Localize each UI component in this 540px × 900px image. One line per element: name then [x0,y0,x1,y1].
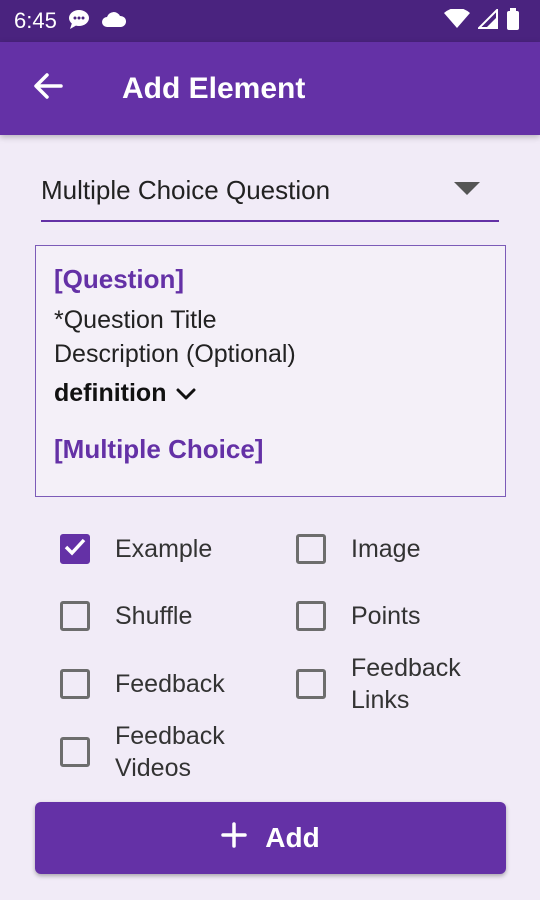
option-label: Points [351,602,421,630]
checkbox-example[interactable] [60,534,90,564]
chevron-down-icon [176,379,196,408]
choice-section-label: [Multiple Choice] [54,434,264,464]
plus-icon [221,821,248,855]
option-label: Feedback Videos [115,722,225,782]
signal-icon [476,7,498,34]
dropdown-triangle-icon [453,180,481,201]
add-button[interactable]: Add [35,802,506,874]
status-time: 6:45 [14,8,57,33]
element-type-dropdown[interactable]: Multiple Choice Question [41,160,499,222]
checkbox-points[interactable] [296,601,326,631]
app-bar: Add Element [0,42,540,135]
question-section-label: [Question] [54,264,184,294]
wifi-icon [444,7,470,34]
status-left: 6:45 [14,8,127,35]
checkbox-feedback-links[interactable] [296,669,326,699]
option-feedback[interactable]: Feedback [60,668,265,700]
option-label: Example [115,535,213,563]
cloud-icon [101,10,127,33]
question-preview: [Question] *Question Title Description (… [35,245,506,497]
definition-toggle[interactable]: definition [54,379,487,408]
back-button[interactable] [18,59,78,119]
option-points[interactable]: Points [296,600,501,632]
option-shuffle[interactable]: Shuffle [60,600,265,632]
checkbox-feedback[interactable] [60,669,90,699]
status-bar: 6:45 [0,0,540,42]
option-label: Feedback [115,670,225,698]
checkbox-image[interactable] [296,534,326,564]
element-type-value: Multiple Choice Question [41,174,331,205]
page-title: Add Element [122,71,306,105]
check-icon [64,538,86,561]
question-description: Description (Optional) [54,340,296,368]
option-label: Image [351,535,421,563]
status-right [444,7,520,35]
chat-bubble-icon [67,8,91,35]
option-example[interactable]: Example [60,533,265,565]
option-label: Shuffle [115,602,193,630]
option-image[interactable]: Image [296,533,501,565]
checkbox-shuffle[interactable] [60,601,90,631]
question-title: *Question Title [54,306,217,334]
option-feedback-links[interactable]: Feedback Links [296,652,501,716]
option-label: Feedback Links [351,654,461,714]
add-button-label: Add [265,822,320,853]
definition-label: definition [54,379,167,407]
battery-icon [506,7,520,35]
arrow-back-icon [33,72,63,105]
checkbox-feedback-videos[interactable] [60,737,90,767]
option-feedback-videos[interactable]: Feedback Videos [60,720,265,784]
